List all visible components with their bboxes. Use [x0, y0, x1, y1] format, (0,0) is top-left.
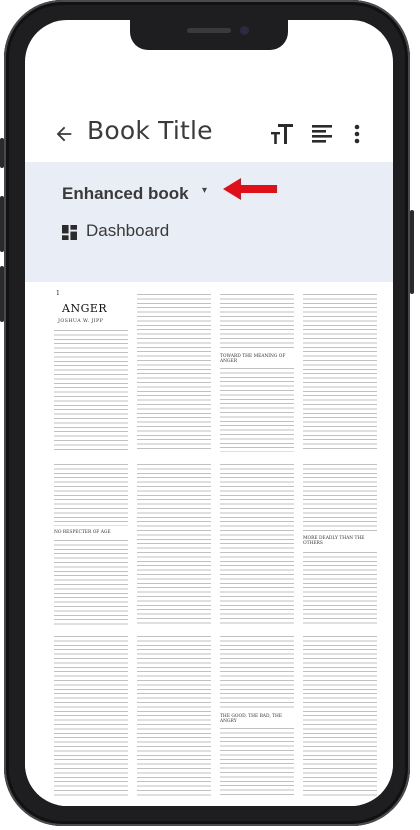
text-column [137, 632, 211, 798]
body-text [54, 636, 128, 798]
chapter-title: ANGER [62, 302, 108, 315]
body-text [303, 464, 377, 532]
body-text [220, 636, 294, 710]
chapter-number: 1 [56, 290, 60, 297]
section-heading: MORE DEADLY THAN THE OTHERS [303, 536, 365, 546]
front-camera [240, 26, 249, 35]
text-column [137, 460, 211, 626]
text-column [303, 286, 377, 452]
edition-dropdown[interactable]: Enhanced book [62, 184, 189, 204]
text-column [220, 460, 294, 626]
body-text [54, 330, 128, 452]
body-text [220, 464, 294, 626]
align-left-icon[interactable] [312, 125, 332, 143]
text-column [137, 286, 211, 452]
edition-panel: Enhanced book ▾ Dashboard [25, 162, 393, 282]
phone-frame: Book Title Enhanced book ▾ Dashboard 1 A… [4, 0, 410, 826]
body-text [303, 294, 377, 452]
body-text [220, 368, 294, 452]
text-column: NO RESPECTER OF AGE [54, 460, 128, 626]
text-column [303, 632, 377, 798]
phone-screen: Book Title Enhanced book ▾ Dashboard 1 A… [25, 20, 393, 806]
body-text [54, 464, 128, 526]
notch [130, 20, 288, 50]
body-text [54, 540, 128, 626]
section-heading: TOWARD THE MEANING OF ANGER [220, 354, 286, 364]
more-vert-icon[interactable] [354, 124, 360, 144]
book-page-view[interactable]: 1 ANGER JOSHUA W. JIPP TOWARD THE MEANIN… [25, 282, 393, 806]
text-size-icon[interactable] [270, 123, 294, 145]
app-bar: Book Title [25, 114, 393, 156]
body-text [137, 294, 211, 452]
body-text [220, 294, 294, 350]
chevron-down-icon[interactable]: ▾ [202, 185, 207, 196]
body-text [137, 464, 211, 626]
text-column: THE GOOD, THE BAD, THE ANGRY [220, 632, 294, 798]
red-arrow-annotation [223, 178, 277, 200]
power-button [410, 210, 414, 294]
arrow-left-icon[interactable] [53, 123, 75, 145]
text-column: 1 ANGER JOSHUA W. JIPP [54, 286, 128, 452]
book-title: Book Title [87, 116, 213, 145]
text-column [54, 632, 128, 798]
body-text [303, 552, 377, 626]
page-spread: 1 ANGER JOSHUA W. JIPP TOWARD THE MEANIN… [54, 286, 377, 452]
text-column: MORE DEADLY THAN THE OTHERS [303, 460, 377, 626]
page-spread: NO RESPECTER OF AGE MORE DEADLY THAN THE… [54, 460, 377, 626]
text-column: TOWARD THE MEANING OF ANGER [220, 286, 294, 452]
body-text [137, 636, 211, 798]
speaker-grille [187, 28, 231, 33]
section-heading: NO RESPECTER OF AGE [54, 530, 111, 535]
body-text [303, 636, 377, 798]
dashboard-link[interactable]: Dashboard [86, 221, 169, 241]
body-text [220, 728, 294, 798]
dashboard-icon[interactable] [62, 225, 77, 240]
page-spread: THE GOOD, THE BAD, THE ANGRY [54, 632, 377, 798]
section-heading: THE GOOD, THE BAD, THE ANGRY [220, 714, 283, 724]
chapter-author: JOSHUA W. JIPP [58, 319, 104, 324]
